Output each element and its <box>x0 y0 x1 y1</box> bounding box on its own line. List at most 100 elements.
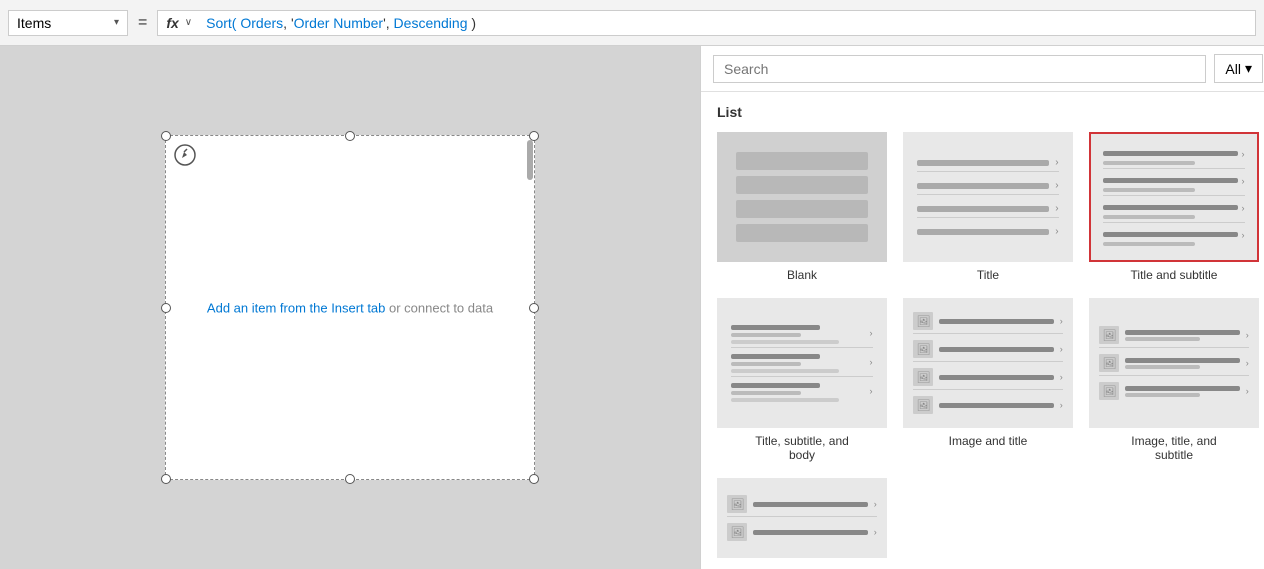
handle-bottom-middle[interactable] <box>345 474 355 484</box>
partial-img-thumb-2: 🖼 <box>727 523 747 541</box>
items-dropdown[interactable]: Items ▾ <box>8 10 128 36</box>
layout-thumb-image-title: 🖼 › 🖼 <box>903 298 1073 428</box>
tsub-main-line <box>1103 151 1237 156</box>
image-icon-1: 🖼 <box>916 315 930 328</box>
partial-row-2: 🖼 › <box>727 520 876 544</box>
layout-grid-row3: 🖼 › 🖼 <box>717 478 1259 558</box>
img-arrow-3: › <box>1060 372 1063 382</box>
image-icon-2: 🖼 <box>916 343 930 356</box>
img-arrow-1: › <box>1060 316 1063 326</box>
tsb-main-3 <box>731 383 820 388</box>
handle-bottom-left[interactable] <box>161 474 171 484</box>
title-row-1: › <box>917 154 1058 172</box>
handle-top-left[interactable] <box>161 131 171 141</box>
img-sub-short-3 <box>1125 393 1199 397</box>
layout-label-blank: Blank <box>787 268 817 282</box>
tsub-sub-line <box>1103 161 1195 165</box>
image-icon-3: 🖼 <box>916 371 930 384</box>
partial-img-lines-1 <box>753 502 867 507</box>
img-thumb-4: 🖼 <box>913 396 933 414</box>
img-title-lines-1 <box>939 319 1053 324</box>
search-input[interactable] <box>724 61 1195 77</box>
scroll-handle[interactable] <box>526 136 534 479</box>
img-sub-short-1 <box>1125 337 1199 341</box>
layout-label-tsb: Title, subtitle, andbody <box>755 434 849 462</box>
img-title-sub-lines-2 <box>1125 358 1239 369</box>
top-bar: Items ▾ = fx ∨ Sort( Orders, 'Order Numb… <box>0 0 1264 46</box>
tsub-sub-line <box>1103 242 1195 246</box>
all-filter-dropdown[interactable]: All ▾ <box>1214 54 1263 83</box>
blank-line-2 <box>736 176 869 194</box>
title-arrow-icon: › <box>1055 180 1058 191</box>
img-sub-arrow-2: › <box>1246 358 1249 368</box>
title-arrow-icon: › <box>1055 157 1058 168</box>
handle-middle-left[interactable] <box>161 303 171 313</box>
partial-image-icon-1: 🖼 <box>730 498 744 511</box>
blank-line-1 <box>736 152 869 170</box>
tsub-arrow-icon: › <box>1242 203 1245 213</box>
img-title-row-2: 🖼 › <box>913 337 1062 362</box>
img-line-long-3 <box>939 375 1053 380</box>
partial-img-rows: 🖼 › 🖼 <box>727 492 876 544</box>
layout-thumb-title: › › › › <box>903 132 1073 262</box>
tsub-sub-line <box>1103 215 1195 219</box>
img-title-row-3: 🖼 › <box>913 365 1062 390</box>
image-sub-icon-2: 🖼 <box>1102 357 1116 370</box>
search-input-wrapper[interactable] <box>713 55 1206 83</box>
layout-item-image-title-subtitle[interactable]: 🖼 › 🖼 <box>1089 298 1259 462</box>
layout-section: List Blank <box>701 92 1264 569</box>
tsub-arrow-icon: › <box>1242 149 1245 159</box>
tsb-arrow-1: › <box>870 328 873 338</box>
layout-item-title-subtitle-body[interactable]: › › › <box>717 298 887 462</box>
fx-chevron-icon: ∨ <box>185 17 192 28</box>
tsb-row-1: › <box>731 322 872 348</box>
tsub-main-line <box>1103 232 1237 237</box>
scroll-thumb <box>527 140 533 180</box>
partial-main-2 <box>753 530 867 535</box>
title-line <box>917 206 1049 212</box>
handle-top-middle[interactable] <box>345 131 355 141</box>
img-sub-arrow-1: › <box>1246 330 1249 340</box>
all-chevron-icon: ▾ <box>1245 60 1252 77</box>
tsb-body-3 <box>731 398 839 402</box>
layout-item-partial-1[interactable]: 🖼 › 🖼 <box>717 478 887 558</box>
title-sub-row-3: › <box>1103 200 1244 223</box>
title-rows: › › › › <box>917 154 1058 240</box>
img-sub-short-2 <box>1125 365 1199 369</box>
img-line-long-2 <box>939 347 1053 352</box>
img-title-lines-3 <box>939 375 1053 380</box>
tsb-sub-1 <box>731 333 801 337</box>
layout-item-title-subtitle[interactable]: › › <box>1089 132 1259 282</box>
blank-line-3 <box>736 200 869 218</box>
img-sub-main-3 <box>1125 386 1239 391</box>
tsub-main-line <box>1103 178 1237 183</box>
image-sub-icon-1: 🖼 <box>1102 329 1116 342</box>
equals-sign: = <box>134 14 151 32</box>
image-icon-4: 🖼 <box>916 399 930 412</box>
img-sub-main-1 <box>1125 330 1239 335</box>
title-sub-row-1: › <box>1103 146 1244 169</box>
layout-item-title[interactable]: › › › › <box>903 132 1073 282</box>
title-sub-row-2: › <box>1103 173 1244 196</box>
title-row-2: › <box>917 177 1058 195</box>
tsb-row-2: › <box>731 351 872 377</box>
layout-thumb-title-subtitle-body: › › › <box>717 298 887 428</box>
layout-item-blank[interactable]: Blank <box>717 132 887 282</box>
insert-tab-link[interactable]: Add an item from the Insert tab <box>207 300 385 315</box>
list-widget[interactable]: Add an item from the Insert tab or conne… <box>165 135 535 480</box>
layout-label-image-title: Image and title <box>949 434 1028 448</box>
img-line-long-1 <box>939 319 1053 324</box>
image-sub-icon-3: 🖼 <box>1102 385 1116 398</box>
partial-img-lines-2 <box>753 530 867 535</box>
img-sub-thumb-3: 🖼 <box>1099 382 1119 400</box>
layout-grid-row2: › › › <box>717 298 1259 462</box>
search-row: All ▾ <box>701 46 1264 92</box>
img-title-sub-rows: 🖼 › 🖼 <box>1099 323 1248 403</box>
layout-item-image-title[interactable]: 🖼 › 🖼 <box>903 298 1073 462</box>
img-line-long-4 <box>939 403 1053 408</box>
formula-bar[interactable]: fx ∨ Sort( Orders, 'Order Number', Desce… <box>157 10 1256 36</box>
img-title-row-4: 🖼 › <box>913 393 1062 417</box>
title-row-4: › <box>917 223 1058 240</box>
tsb-body-2 <box>731 369 839 373</box>
img-thumb-2: 🖼 <box>913 340 933 358</box>
